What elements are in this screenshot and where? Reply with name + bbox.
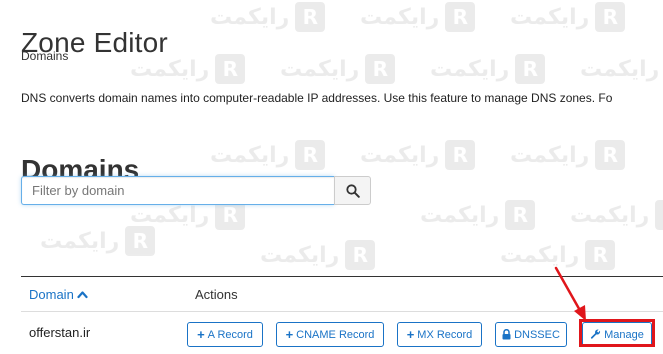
domains-table: Domain Actions offerstan.ir + A Record +… <box>21 276 663 354</box>
column-header-actions: Actions <box>195 287 238 302</box>
watermark: رایکمتR <box>260 240 376 270</box>
watermark: رایکمتR <box>510 2 626 32</box>
add-mx-record-button[interactable]: + MX Record <box>397 322 482 347</box>
add-cname-record-button[interactable]: + CNAME Record <box>276 322 384 347</box>
watermark: رایکمتR <box>360 140 476 170</box>
table-row: offerstan.ir + A Record + CNAME Record +… <box>21 312 663 354</box>
watermark: رایکمتR <box>360 2 476 32</box>
breadcrumb: Domains <box>21 49 69 63</box>
chevron-up-icon <box>77 291 88 299</box>
plus-icon: + <box>406 327 415 342</box>
manage-button[interactable]: Manage <box>582 322 652 347</box>
add-a-record-button[interactable]: + A Record <box>187 322 263 347</box>
page-description: DNS converts domain names into computer-… <box>21 91 613 105</box>
watermark: رایکمتR <box>510 140 626 170</box>
watermark: رایکمتR <box>500 240 616 270</box>
lock-icon <box>502 329 511 340</box>
table-header: Domain Actions <box>21 277 663 312</box>
watermark: رایکمتR <box>40 226 156 256</box>
watermark: رایکمتR <box>210 140 326 170</box>
domain-filter <box>21 176 371 205</box>
search-button[interactable] <box>334 176 371 205</box>
button-label: A Record <box>207 328 253 341</box>
column-header-label: Domain <box>29 287 74 302</box>
dnssec-button[interactable]: DNSSEC <box>495 322 567 347</box>
search-icon <box>345 183 360 198</box>
watermark: رایکمتR <box>430 54 546 84</box>
zone-editor-page: رایکمت R رایکمت R رایکمت R رایکمت R رایکمت R … <box>0 0 663 354</box>
domain-name: offerstan.ir <box>29 325 91 340</box>
button-label: MX Record <box>417 328 473 341</box>
button-label: DNSSEC <box>514 328 560 341</box>
wrench-icon <box>591 329 601 339</box>
column-header-domain[interactable]: Domain <box>29 287 88 302</box>
search-input[interactable] <box>21 176 334 205</box>
button-label: CNAME Record <box>296 328 375 341</box>
watermark: رایکمتR <box>570 200 663 230</box>
watermark: رایکمتR <box>280 54 396 84</box>
watermark: رایکمتR <box>420 200 536 230</box>
watermark: رایکمتR <box>580 56 660 82</box>
plus-icon: + <box>197 327 205 342</box>
watermark: رایکمتR <box>210 2 326 32</box>
plus-icon: + <box>285 327 294 342</box>
button-label: Manage <box>604 328 644 341</box>
